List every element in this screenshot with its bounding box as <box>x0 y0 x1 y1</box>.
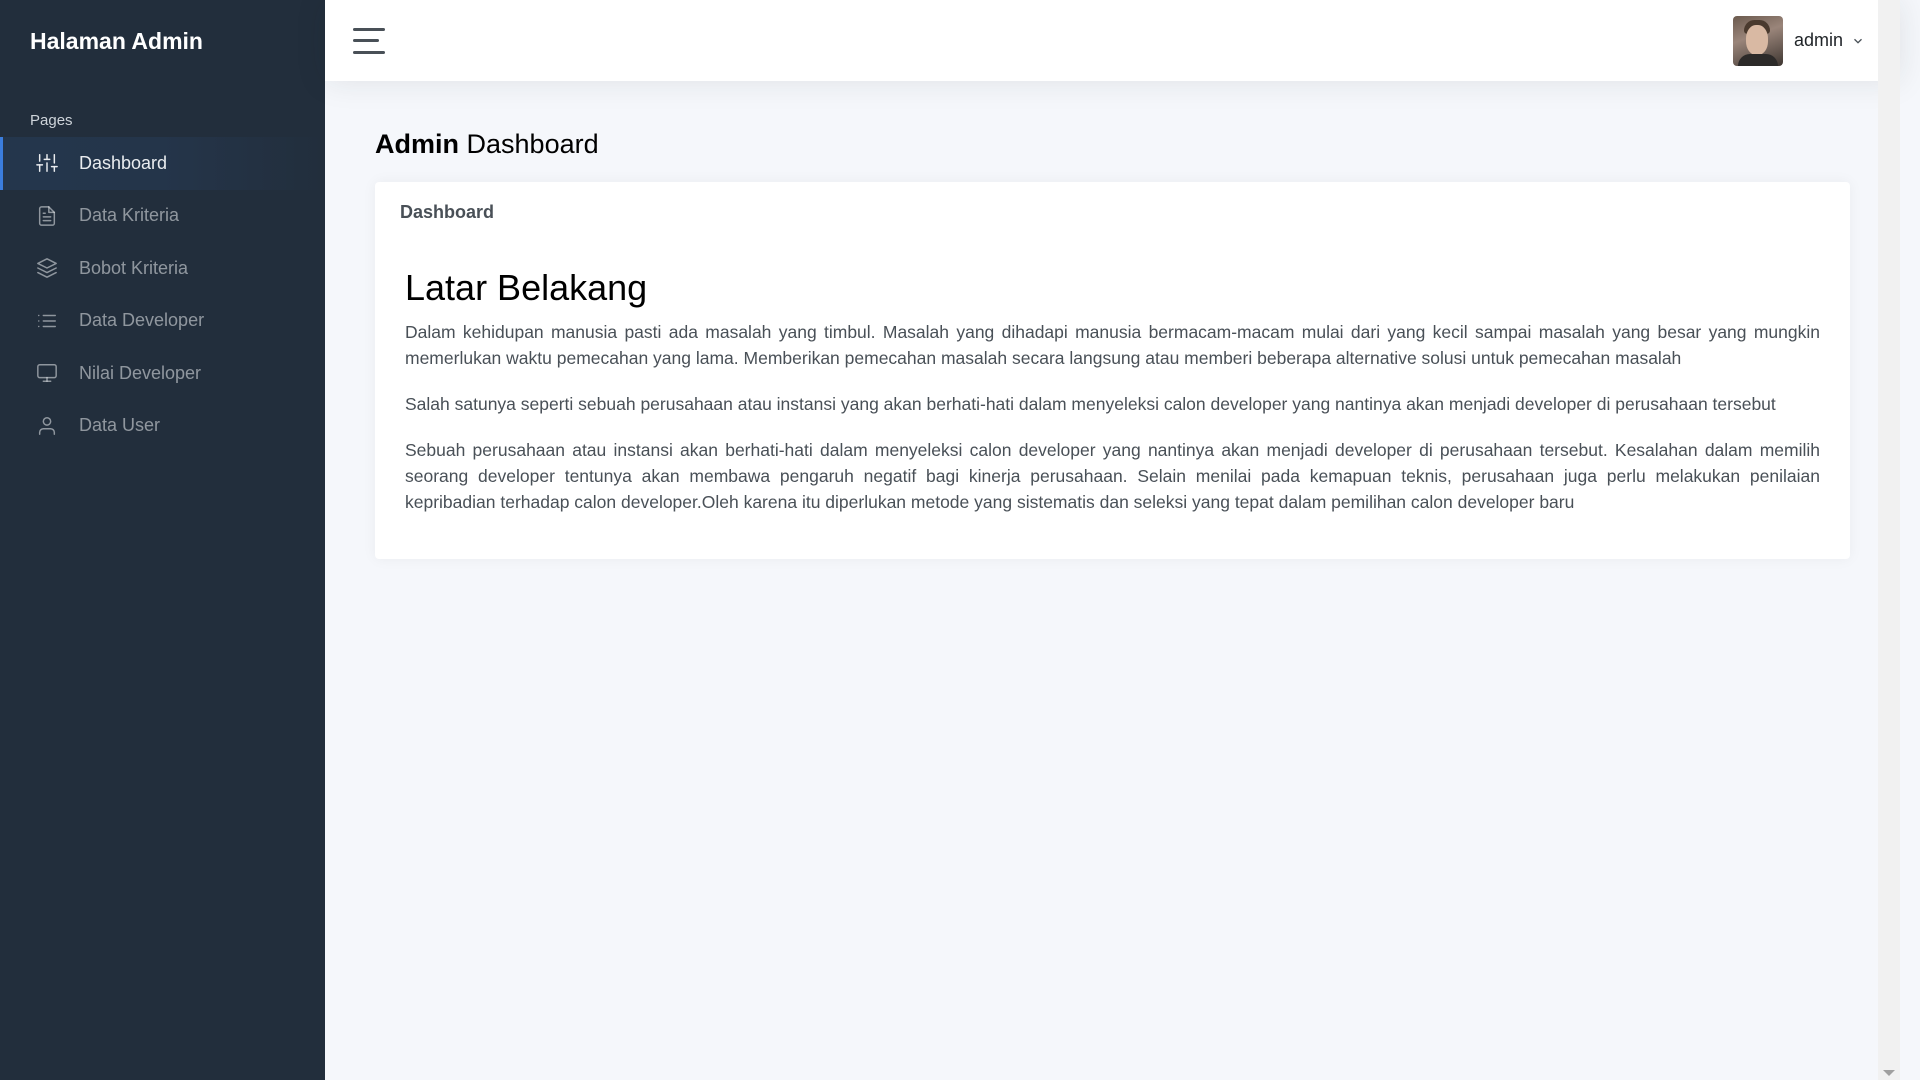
layers-icon <box>36 257 58 279</box>
user-menu-button[interactable]: admin <box>1732 15 1865 66</box>
sidebar-item-label: Nilai Developer <box>79 362 202 383</box>
paragraph: Dalam kehidupan manusia pasti ada masala… <box>405 322 1820 368</box>
sidebar-item-label: Bobot Kriteria <box>79 257 189 278</box>
user-icon <box>36 415 58 437</box>
dashboard-card: Dashboard Latar Belakang Dalam kehidupan… <box>375 182 1850 559</box>
monitor-icon <box>36 362 58 384</box>
sidebar-item-data-developer[interactable]: Data Developer <box>0 295 325 348</box>
sidebar-item-label: Data Kriteria <box>79 205 180 226</box>
file-text-icon <box>36 205 58 227</box>
sidebar-item-data-user[interactable]: Data User <box>0 400 325 453</box>
app: Halaman Admin Pages Dashboard Data Krite… <box>0 0 1920 1080</box>
section-title: Latar Belakang <box>405 267 648 308</box>
card-body: Latar Belakang Dalam kehidupan manusia p… <box>375 239 1850 559</box>
sidebar-nav: Dashboard Data Kriteria Bobot Kriteria D… <box>0 137 325 452</box>
sidebar-item-label: Data Developer <box>79 310 205 331</box>
sliders-icon <box>36 152 58 174</box>
sidebar-item-bobot-kriteria[interactable]: Bobot Kriteria <box>0 242 325 295</box>
topbar: admin <box>325 0 1900 81</box>
card-header: Dashboard <box>400 202 495 222</box>
page-title: Admin Dashboard <box>375 129 1850 160</box>
avatar <box>1732 15 1783 66</box>
sidebar-item-nilai-developer[interactable]: Nilai Developer <box>0 347 325 400</box>
sidebar-brand[interactable]: Halaman Admin <box>0 0 325 82</box>
list-icon <box>36 310 58 332</box>
sidebar-header: Pages <box>30 112 73 129</box>
paragraph: Salah satunya seperti sebuah perusahaan … <box>405 394 1776 414</box>
sidebar-item-label: Data User <box>79 415 161 436</box>
main-area: admin Admin Dashboard Dashboard Latar Be… <box>325 0 1900 1080</box>
sidebar-toggle-icon[interactable] <box>353 27 385 54</box>
sidebar-item-data-kriteria[interactable]: Data Kriteria <box>0 190 325 243</box>
sidebar: Halaman Admin Pages Dashboard Data Krite… <box>0 0 325 1080</box>
chevron-down-icon <box>1851 34 1865 48</box>
sidebar-item-label: Dashboard <box>79 152 168 173</box>
sidebar-item-dashboard[interactable]: Dashboard <box>0 137 325 190</box>
vertical-scrollbar[interactable] <box>1878 0 1900 1080</box>
content: Admin Dashboard Dashboard Latar Belakang… <box>325 81 1900 607</box>
page-title-strong: Admin <box>375 129 459 159</box>
scroll-down-arrow-icon[interactable] <box>1883 1070 1895 1076</box>
user-name: admin <box>1793 30 1843 50</box>
paragraph: Sebuah perusahaan atau instansi akan ber… <box>405 440 1820 512</box>
page-title-rest: Dashboard <box>466 129 599 159</box>
